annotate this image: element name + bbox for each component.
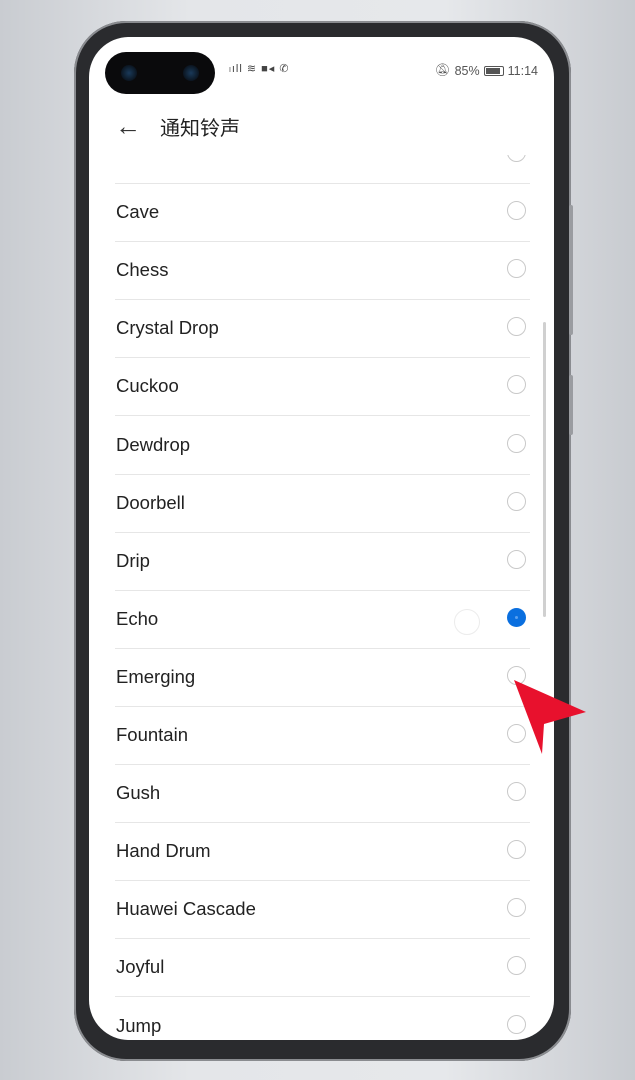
camera-cutout [105,52,215,94]
radio-button[interactable] [507,898,526,918]
radio-button[interactable] [507,491,526,511]
radio-button[interactable] [507,782,526,802]
ringtone-label: Dewdrop [116,433,191,455]
radio-selected[interactable] [507,607,526,627]
list-item[interactable]: Emerging [115,648,530,707]
ringtone-label: Drip [116,549,150,571]
list-item[interactable]: Fountain [115,706,530,765]
signal-icon: ₗıll [229,63,243,75]
list-item[interactable]: Doorbell [115,474,530,533]
list-item[interactable]: Gush [115,764,530,824]
radio-button[interactable] [507,375,526,395]
ringtone-label: Hand Drum [116,840,211,862]
list-item[interactable] [115,155,530,184]
front-camera-icon [183,65,199,81]
battery-icon [483,65,504,76]
bell-off-icon: 🔕︎ [434,63,451,77]
radio-button[interactable] [507,433,526,453]
radio-button[interactable] [507,549,526,569]
list-item[interactable]: Crystal Drop [115,299,530,359]
touch-indicator [454,609,480,635]
status-icons-left: ₗıll ≋ ■◂ ✆ [229,62,290,75]
volume-button [569,205,573,335]
radio-button[interactable] [507,956,526,976]
scrollbar[interactable] [543,322,546,617]
ringtone-label: Cave [116,201,160,223]
list-item[interactable]: Joyful [115,938,530,998]
radio-button[interactable] [507,317,526,337]
pointer-arrow-icon [514,680,586,754]
ringtone-label: Emerging [116,665,196,687]
list-item[interactable]: Cuckoo [115,357,530,417]
list-item[interactable]: Chess [115,241,530,301]
list-item[interactable]: Huawei Cascade [115,880,530,940]
wifi-call-icon: ✆ [279,63,290,75]
ringtone-label: Joyful [116,956,165,978]
arrow-left-icon[interactable]: ← [115,111,145,142]
list-item[interactable]: Drip [115,532,530,591]
list-item[interactable]: Cave [115,183,530,243]
ringtone-label: Chess [116,259,169,281]
clock: 11:14 [507,63,538,78]
status-icons-right: 🔕︎ 85% 11:14 [435,63,538,78]
ringtone-label: Jump [116,1014,162,1036]
ringtone-label: Cuckoo [116,375,179,397]
screen: ₗıll ≋ ■◂ ✆ 🔕︎ 85% 11:14 ← 通知铃声 Cave Ches… [89,37,554,1040]
page-title: 通知铃声 [160,117,240,140]
radio-button[interactable] [507,155,526,162]
list-item[interactable]: Dewdrop [115,416,530,475]
list-item[interactable]: Hand Drum [115,822,530,882]
ringtone-label: Fountain [116,724,188,745]
list-item[interactable]: Jump [115,997,530,1041]
ringtone-label: Echo [116,607,159,629]
ringtone-list[interactable]: Cave Chess Crystal Drop Cuckoo Dewdrop Doorbe… [89,155,554,1040]
video-call-icon: ■◂ [261,63,276,75]
wifi-icon: ≋ [246,63,258,75]
battery-percent: 85% [454,63,480,78]
ringtone-label: Doorbell [116,491,185,513]
app-header: ← 通知铃声 [89,97,554,155]
radio-button[interactable] [507,840,526,860]
power-button [569,375,573,435]
ringtone-label: Huawei Cascade [116,898,256,920]
radio-button[interactable] [507,201,526,221]
radio-button[interactable] [507,259,526,279]
front-camera-icon [121,65,137,81]
ringtone-label: Gush [116,782,161,804]
ringtone-label: Crystal Drop [116,317,219,339]
radio-button[interactable] [507,1014,526,1034]
